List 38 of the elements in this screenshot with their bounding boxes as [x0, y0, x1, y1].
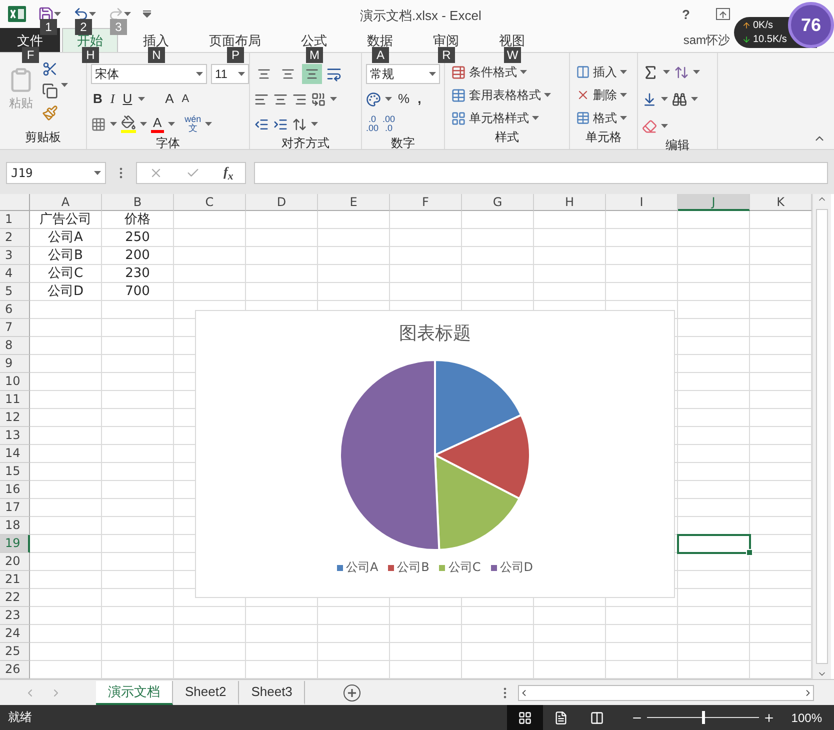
- chart-title: 图表标题: [399, 322, 471, 346]
- group-label: 单元格: [586, 129, 622, 146]
- legend-label: 公司C: [448, 559, 481, 576]
- table-cell: 200: [102, 247, 174, 266]
- status-text: 就绪: [8, 709, 32, 726]
- key-tip-tooltip: W: [504, 47, 521, 63]
- group-label: 样式: [495, 129, 519, 146]
- legend-label: 公司A: [346, 559, 378, 576]
- key-tip-tooltip: H: [82, 47, 99, 63]
- group-label: 编辑: [666, 137, 690, 154]
- key-tip-tooltip: R: [438, 47, 455, 63]
- table-cell: 公司D: [30, 283, 102, 302]
- group-label: 数字: [391, 135, 415, 152]
- key-tip-tooltip: A: [372, 47, 389, 63]
- group-label: 对齐方式: [282, 135, 330, 152]
- user-name: sam怀沙: [683, 32, 730, 49]
- table-cell: 250: [102, 229, 174, 248]
- upload-speed: 0K/s: [753, 20, 774, 30]
- table-cell: 230: [102, 265, 174, 284]
- table-cell: 700: [102, 283, 174, 302]
- key-tip-tooltip: N: [148, 47, 165, 63]
- group-label: 剪贴板: [25, 129, 61, 146]
- key-tip-tooltip: M: [306, 47, 323, 63]
- table-cell: 公司B: [30, 247, 102, 266]
- group-label: 字体: [156, 135, 180, 152]
- key-tip-tooltip: F: [22, 47, 39, 63]
- legend-label: 公司B: [397, 559, 430, 576]
- key-tip-tooltip: 3: [110, 19, 127, 35]
- key-tip-tooltip: P: [227, 47, 244, 63]
- table-cell: 价格: [102, 211, 174, 230]
- table-cell: 公司C: [30, 265, 102, 284]
- table-cell: 公司A: [30, 229, 102, 248]
- legend-label: 公司D: [500, 559, 534, 576]
- table-cell: 广告公司: [30, 211, 102, 230]
- download-speed: 10.5K/s: [753, 34, 787, 44]
- key-tip-tooltip: 2: [75, 19, 92, 35]
- key-tip-tooltip: 1: [40, 19, 57, 35]
- window-title: 演示文档.xlsx - Excel: [360, 7, 482, 25]
